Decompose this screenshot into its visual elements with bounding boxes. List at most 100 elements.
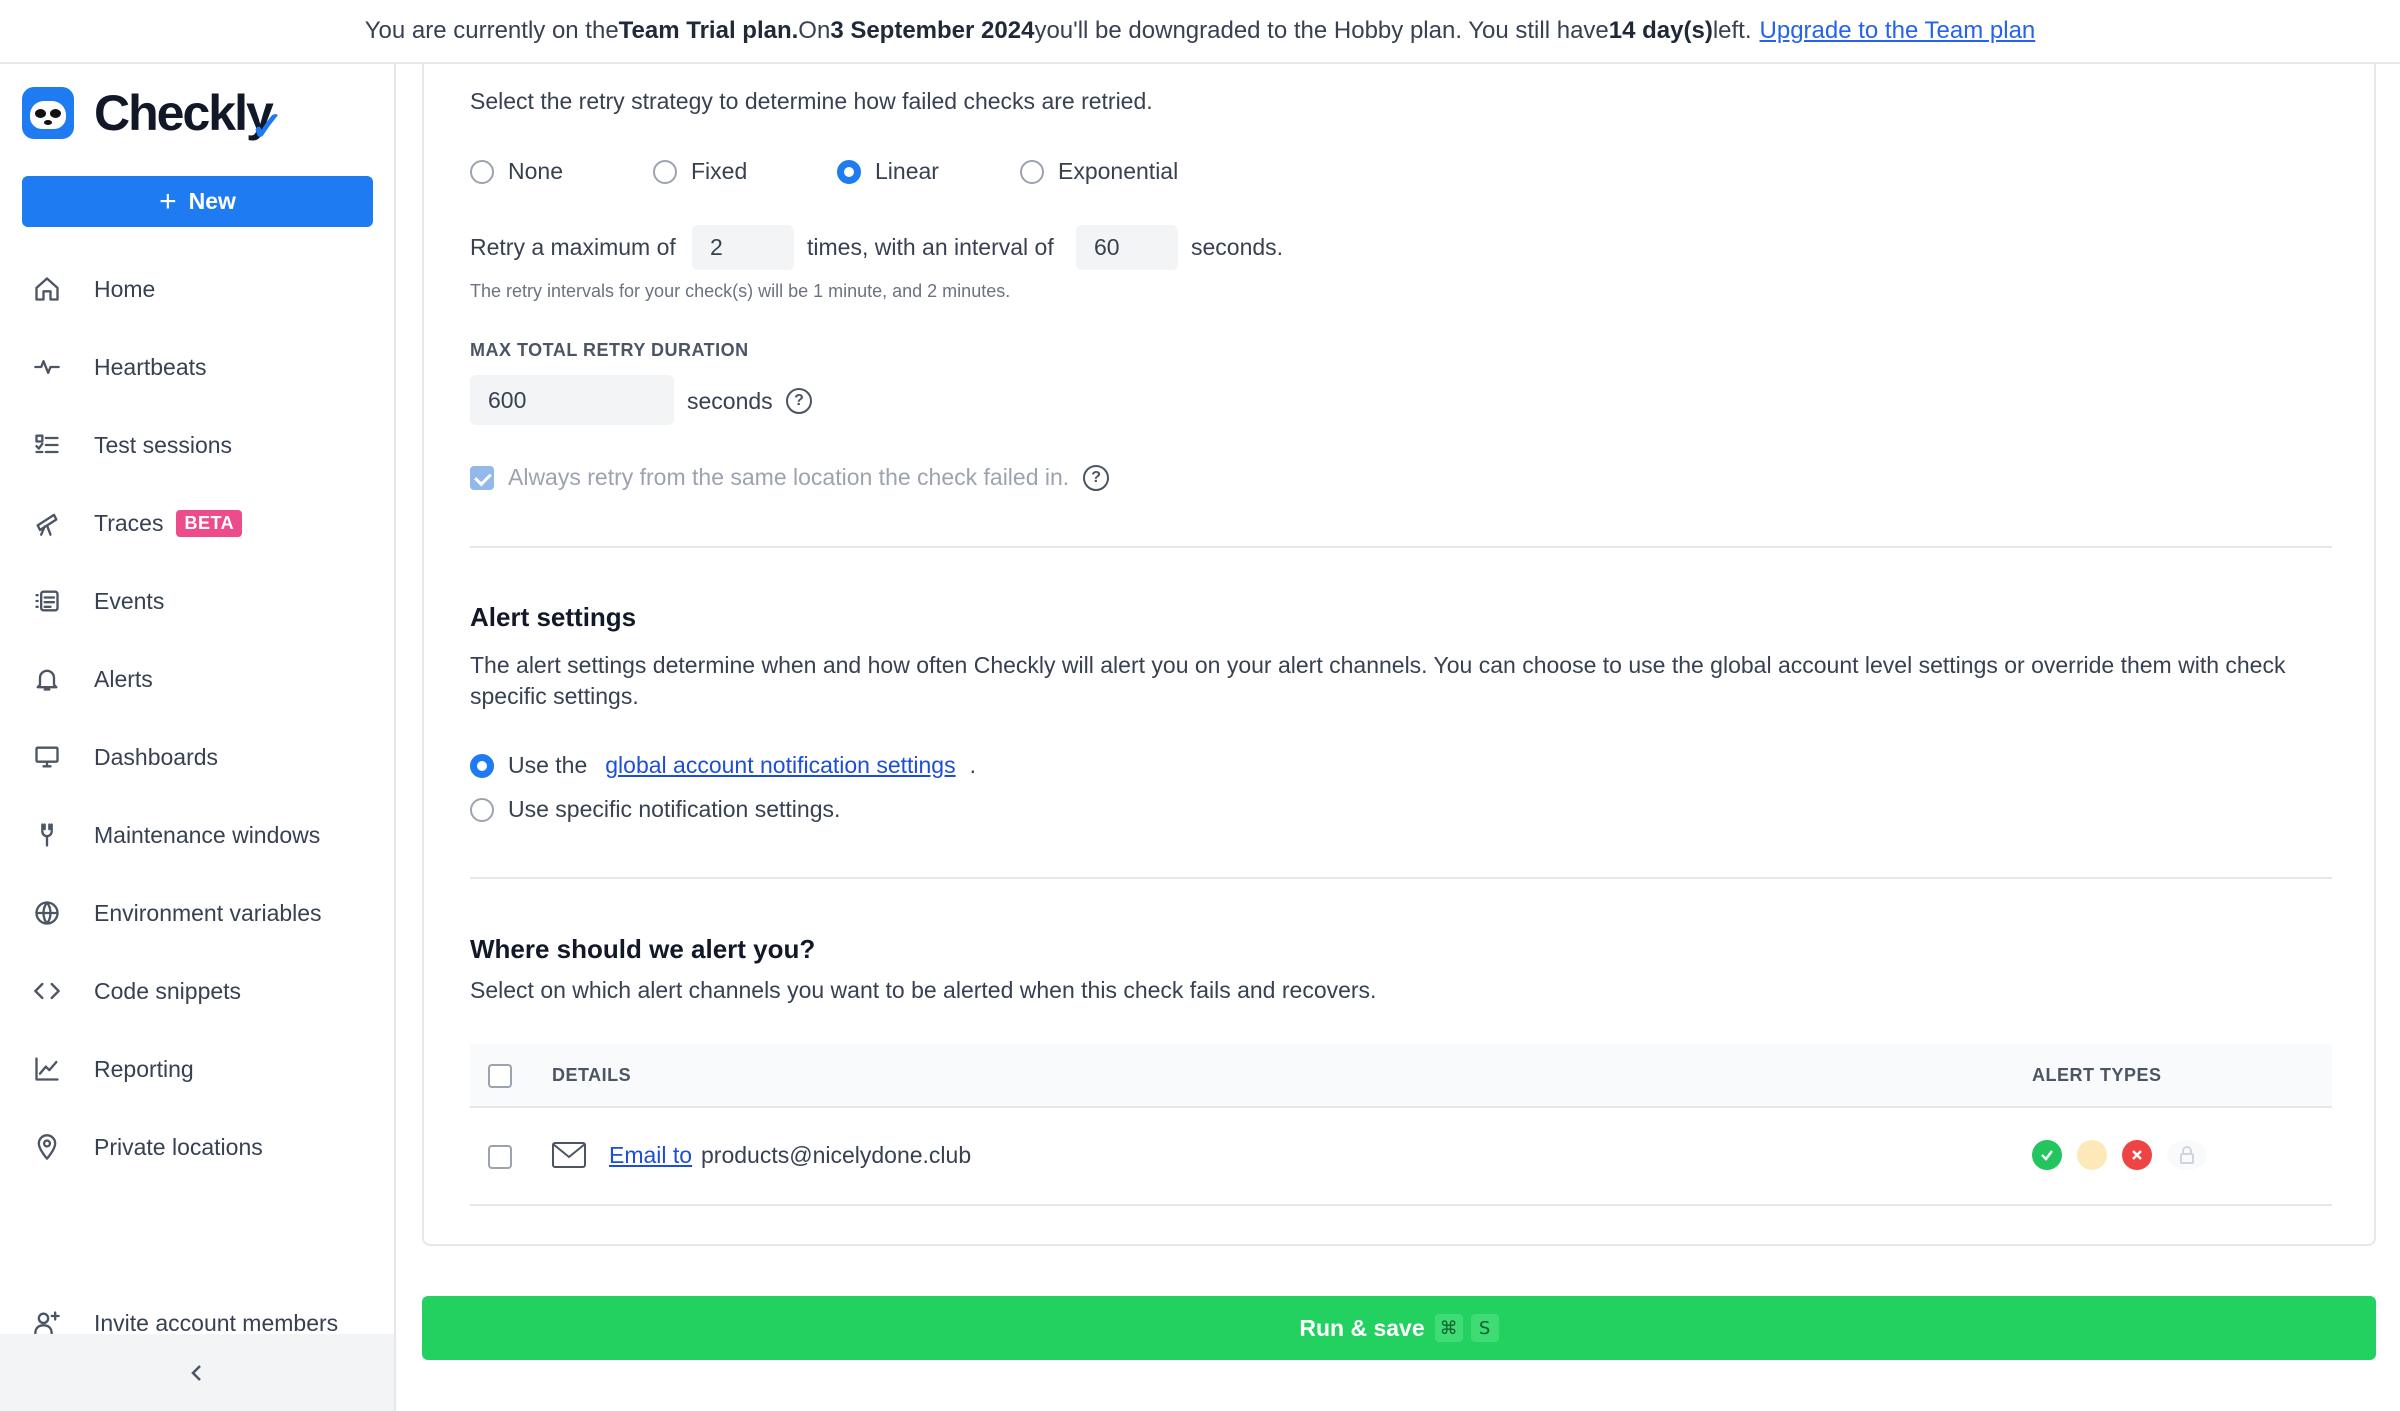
banner-text-1: You are currently on the bbox=[364, 17, 619, 44]
banner-text-2: On bbox=[798, 17, 831, 44]
invite-label: Invite account members bbox=[94, 1309, 339, 1336]
same-location-checkbox[interactable] bbox=[470, 465, 494, 490]
alert-option-specific[interactable]: Use specific notification settings. bbox=[470, 796, 840, 823]
telescope-icon bbox=[32, 508, 62, 538]
sidebar-item-label: Heartbeats bbox=[94, 353, 207, 380]
radio-linear[interactable] bbox=[837, 159, 861, 184]
retry-interval-label: times, with an interval of bbox=[807, 234, 1054, 260]
divider bbox=[470, 546, 2332, 548]
sidebar-item-dashboards[interactable]: Dashboards bbox=[0, 718, 394, 796]
wrench-icon bbox=[32, 820, 62, 850]
column-details: DETAILS bbox=[552, 1065, 632, 1085]
recovery-alert-icon bbox=[2032, 1140, 2062, 1170]
banner-days: 14 day(s) bbox=[1608, 17, 1713, 44]
test-sessions-icon bbox=[32, 430, 62, 460]
sidebar-item-test-sessions[interactable]: Test sessions bbox=[0, 406, 394, 484]
sidebar-item-home[interactable]: Home bbox=[0, 250, 394, 328]
sidebar-item-label: Test sessions bbox=[94, 431, 233, 458]
degraded-alert-icon bbox=[2077, 1140, 2107, 1170]
alert-channels-description: Select on which alert channels you want … bbox=[470, 977, 1377, 1003]
home-icon bbox=[32, 274, 62, 304]
chevron-left-icon bbox=[191, 1364, 201, 1381]
alert-channels-table-header: DETAILS ALERT TYPES bbox=[470, 1044, 2332, 1108]
sidebar-item-label: Maintenance windows bbox=[94, 821, 321, 848]
row-checkbox[interactable] bbox=[488, 1145, 512, 1169]
sidebar-item-alerts[interactable]: Alerts bbox=[0, 640, 394, 718]
retry-interval-input[interactable] bbox=[1076, 225, 1178, 270]
globe-icon bbox=[32, 898, 62, 928]
sidebar-item-label: Reporting bbox=[94, 1055, 194, 1082]
plus-icon: + bbox=[159, 184, 177, 218]
sidebar-item-code-snippets[interactable]: Code snippets bbox=[0, 952, 394, 1030]
radio-fixed[interactable] bbox=[653, 159, 677, 184]
failure-alert-icon bbox=[2122, 1140, 2152, 1170]
raccoon-logo-icon bbox=[22, 87, 74, 139]
logo-wordmark: Checkly ✓ bbox=[94, 85, 284, 149]
chart-line-icon bbox=[32, 1054, 62, 1084]
same-location-option: Always retry from the same location the … bbox=[470, 464, 1110, 491]
check-settings-card: Select the retry strategy to determine h… bbox=[422, 64, 2376, 1246]
monitor-icon bbox=[32, 742, 62, 772]
max-retry-duration-input[interactable] bbox=[470, 375, 674, 425]
alert-channels-title: Where should we alert you? bbox=[470, 934, 816, 964]
trial-banner: You are currently on the Team Trial plan… bbox=[0, 0, 2400, 64]
retry-intervals-hint: The retry intervals for your check(s) wi… bbox=[470, 281, 1011, 301]
global-settings-link[interactable]: global account notification settings bbox=[605, 752, 955, 779]
radio-global-settings[interactable] bbox=[470, 753, 494, 778]
sidebar-item-reporting[interactable]: Reporting bbox=[0, 1030, 394, 1108]
sidebar-item-label: Environment variables bbox=[94, 899, 322, 926]
lock-icon bbox=[2167, 1140, 2207, 1170]
sidebar-item-heartbeats[interactable]: Heartbeats bbox=[0, 328, 394, 406]
retry-option-linear[interactable]: Linear bbox=[837, 158, 939, 185]
cmd-key-icon: ⌘ bbox=[1434, 1314, 1463, 1342]
alert-option-global[interactable]: Use the global account notification sett… bbox=[470, 752, 976, 779]
new-button[interactable]: + New bbox=[22, 176, 373, 227]
run-and-save-label: Run & save bbox=[1299, 1314, 1425, 1341]
email-to-link[interactable]: Email to bbox=[609, 1142, 692, 1169]
run-and-save-button[interactable]: Run & save ⌘ S bbox=[422, 1296, 2376, 1360]
sidebar-item-maintenance-windows[interactable]: Maintenance windows bbox=[0, 796, 394, 874]
sidebar-item-label: Code snippets bbox=[94, 977, 242, 1004]
banner-plan: Team Trial plan. bbox=[618, 17, 799, 44]
sidebar-item-label: Home bbox=[94, 275, 156, 302]
retry-strategy-description: Select the retry strategy to determine h… bbox=[470, 88, 1153, 114]
upgrade-link[interactable]: Upgrade to the Team plan bbox=[1760, 17, 2036, 45]
banner-date: 3 September 2024 bbox=[830, 17, 1035, 44]
sidebar-item-label: Alerts bbox=[94, 665, 153, 692]
banner-text-3: you'll be downgraded to the Hobby plan. … bbox=[1034, 17, 1609, 44]
email-address: products@nicelydone.club bbox=[701, 1142, 972, 1168]
max-retry-duration-label: MAX TOTAL RETRY DURATION bbox=[470, 340, 749, 360]
radio-specific-settings[interactable] bbox=[470, 797, 494, 822]
sidebar-item-events[interactable]: Events bbox=[0, 562, 394, 640]
retry-option-exponential[interactable]: Exponential bbox=[1020, 158, 1178, 185]
retry-max-label: Retry a maximum of bbox=[470, 234, 676, 260]
sidebar-item-label: Events bbox=[94, 587, 165, 614]
select-all-checkbox[interactable] bbox=[488, 1064, 512, 1088]
alert-settings-description: The alert settings determine when and ho… bbox=[470, 652, 2286, 709]
events-icon bbox=[32, 586, 62, 616]
heartbeat-icon bbox=[32, 352, 62, 382]
max-retry-duration-unit: seconds bbox=[687, 388, 773, 414]
table-row: Email to products@nicelydone.club bbox=[470, 1108, 2332, 1206]
sidebar: Checkly ✓ + New Home Heartbeats Test sessi… bbox=[0, 64, 396, 1411]
beta-badge: BETA bbox=[176, 509, 243, 537]
sidebar-item-label: Dashboards bbox=[94, 743, 219, 770]
code-icon bbox=[32, 976, 62, 1006]
s-key: S bbox=[1470, 1314, 1499, 1342]
duration-help-icon[interactable]: ? bbox=[786, 388, 812, 414]
sidebar-item-environment-variables[interactable]: Environment variables bbox=[0, 874, 394, 952]
mail-icon bbox=[552, 1142, 586, 1173]
retry-option-none[interactable]: None bbox=[470, 158, 563, 185]
sidebar-item-private-locations[interactable]: Private locations bbox=[0, 1108, 394, 1186]
same-location-help-icon[interactable]: ? bbox=[1083, 464, 1110, 491]
alert-settings-title: Alert settings bbox=[470, 602, 637, 632]
retry-interval-unit: seconds. bbox=[1191, 234, 1284, 260]
collapse-sidebar-button[interactable] bbox=[0, 1334, 394, 1411]
retry-option-fixed[interactable]: Fixed bbox=[653, 158, 747, 185]
radio-none[interactable] bbox=[470, 159, 494, 184]
sidebar-item-traces[interactable]: Traces BETA bbox=[0, 484, 394, 562]
checkly-logo[interactable]: Checkly ✓ bbox=[22, 84, 284, 149]
radio-exponential[interactable] bbox=[1020, 159, 1044, 184]
retry-max-input[interactable] bbox=[692, 225, 794, 270]
bell-icon bbox=[32, 664, 62, 694]
